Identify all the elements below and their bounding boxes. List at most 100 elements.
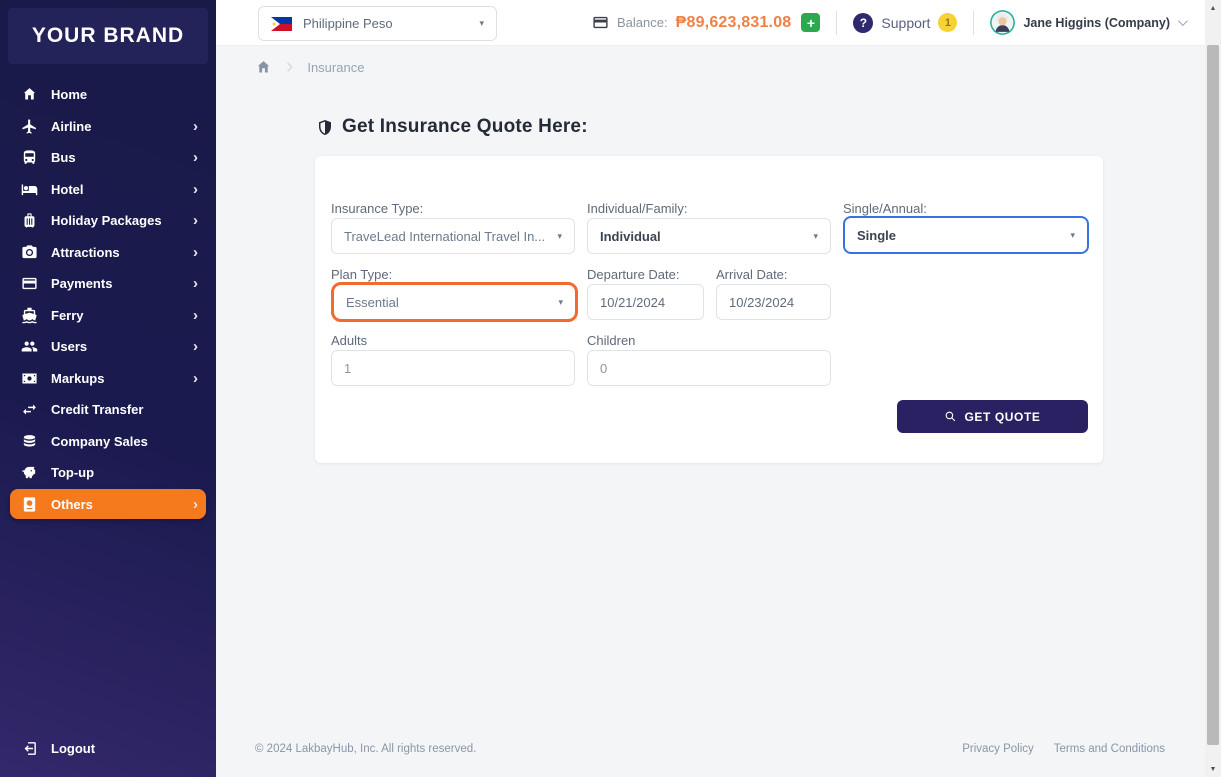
piggy-bank-icon [21, 464, 38, 481]
sidebar: YOUR BRAND Home › Airline › Bus › Hotel … [0, 0, 216, 777]
currency-select[interactable]: Philippine Peso ▾ [258, 6, 497, 41]
avatar [990, 10, 1016, 35]
arrival-date-field [716, 284, 831, 320]
children-label: Children [587, 333, 636, 348]
camera-icon [21, 244, 38, 261]
brand-logo[interactable]: YOUR BRAND [8, 8, 208, 64]
insurance-type-label: Insurance Type: [331, 201, 424, 216]
add-funds-button[interactable]: + [801, 13, 821, 32]
sidebar-item-others[interactable]: Others › [10, 489, 206, 519]
support-link[interactable]: Support [881, 15, 930, 31]
wallet-icon [592, 14, 609, 31]
arrival-date-input[interactable] [729, 294, 818, 310]
users-icon [21, 338, 38, 355]
user-name: Jane Higgins (Company) [1023, 15, 1170, 30]
children-input[interactable] [600, 360, 818, 376]
bus-icon [21, 149, 38, 166]
departure-date-label: Departure Date: [587, 267, 680, 282]
adults-label: Adults [331, 333, 368, 348]
shield-icon [319, 119, 331, 135]
philippine-flag-icon [271, 16, 292, 31]
caret-down-icon: ▾ [1070, 229, 1075, 240]
bed-icon [21, 181, 38, 198]
sidebar-item-users[interactable]: Users › [10, 332, 206, 362]
help-icon: ? [853, 12, 874, 33]
chevron-down-icon [1177, 16, 1188, 27]
main-content: › Insurance Get Insurance Quote Here: In… [216, 46, 1205, 777]
children-field [587, 350, 831, 386]
scrollbar-thumb[interactable] [1207, 45, 1219, 745]
chevron-right-icon: › [193, 149, 198, 166]
privacy-policy-link[interactable]: Privacy Policy [962, 743, 1034, 755]
adults-input[interactable] [344, 360, 562, 376]
topbar: Philippine Peso ▾ Balance: ₱89,623,831.0… [216, 0, 1205, 46]
chevron-right-icon: › [193, 495, 198, 513]
currency-label: Philippine Peso [303, 16, 393, 31]
copyright-text: © 2024 LakbayHub, Inc. All rights reserv… [255, 743, 477, 755]
single-annual-label: Single/Annual: [843, 201, 927, 216]
terms-and-conditions-link[interactable]: Terms and Conditions [1054, 743, 1165, 755]
sidebar-item-payments[interactable]: Payments › [10, 269, 206, 299]
sidebar-item-markups[interactable]: Markups › [10, 363, 206, 393]
caret-down-icon: ▾ [557, 230, 562, 241]
individual-family-label: Individual/Family: [587, 201, 688, 216]
chevron-right-icon: › [286, 53, 294, 78]
adults-field [331, 350, 575, 386]
transfer-icon [21, 401, 38, 418]
divider [973, 10, 975, 35]
search-icon [946, 411, 956, 422]
insurance-quote-card: Insurance Type: TraveLead International … [315, 156, 1103, 463]
coins-icon [21, 433, 38, 450]
airplane-icon [21, 118, 38, 135]
credit-card-icon [21, 275, 38, 292]
get-quote-label: GET QUOTE [964, 409, 1041, 424]
plan-type-select[interactable]: Essential ▾ [331, 282, 578, 322]
plan-type-value: Essential [346, 294, 399, 310]
home-icon [21, 86, 38, 103]
scroll-down-arrow[interactable]: ▼ [1205, 761, 1221, 777]
sidebar-item-airline[interactable]: Airline › [10, 111, 206, 141]
sidebar-item-ferry[interactable]: Ferry › [10, 300, 206, 330]
sidebar-item-home[interactable]: Home › [10, 80, 206, 110]
scrollbar[interactable]: ▲ ▼ [1205, 0, 1221, 777]
departure-date-input[interactable] [600, 294, 691, 310]
chevron-right-icon: › [193, 275, 198, 292]
caret-down-icon: ▾ [813, 230, 818, 241]
get-quote-button[interactable]: GET QUOTE [897, 400, 1088, 433]
chevron-right-icon: › [193, 212, 198, 229]
user-menu[interactable]: Jane Higgins (Company) [990, 10, 1188, 35]
sidebar-item-holiday-packages[interactable]: Holiday Packages › [10, 206, 206, 236]
luggage-icon [21, 212, 38, 229]
logout-icon [21, 740, 38, 757]
single-annual-select[interactable]: Single ▾ [843, 216, 1089, 254]
sidebar-item-top-up[interactable]: Top-up › [10, 458, 206, 488]
individual-family-value: Individual [600, 228, 661, 244]
divider [836, 10, 838, 35]
insurance-type-select[interactable]: TraveLead International Travel In... ▾ [331, 218, 575, 254]
banknote-icon [21, 370, 38, 387]
logout-button[interactable]: Logout [10, 731, 206, 765]
support-badge: 1 [938, 13, 958, 32]
caret-down-icon: ▾ [479, 18, 484, 28]
logout-label: Logout [51, 740, 96, 756]
chevron-right-icon: › [193, 180, 198, 198]
sidebar-nav: Home › Airline › Bus › Hotel › Holiday P… [0, 78, 216, 521]
topbar-right: Balance: ₱89,623,831.08 + ? Support 1 Ja… [592, 10, 1188, 35]
page-title-text: Get Insurance Quote Here: [342, 116, 588, 137]
sidebar-item-company-sales[interactable]: Company Sales › [10, 426, 206, 456]
breadcrumb-current: Insurance [307, 60, 365, 75]
chevron-right-icon: › [193, 306, 198, 324]
arrival-date-label: Arrival Date: [716, 267, 788, 282]
insurance-type-value: TraveLead International Travel In... [344, 228, 546, 244]
brand-name: YOUR BRAND [31, 24, 185, 47]
sidebar-item-hotel[interactable]: Hotel › [10, 174, 206, 204]
breadcrumb: › Insurance [255, 53, 365, 78]
scroll-up-arrow[interactable]: ▲ [1205, 0, 1221, 16]
sidebar-item-attractions[interactable]: Attractions › [10, 237, 206, 267]
passport-icon [21, 496, 38, 513]
home-icon[interactable] [255, 59, 272, 76]
sidebar-item-bus[interactable]: Bus › [10, 143, 206, 173]
sidebar-item-credit-transfer[interactable]: Credit Transfer › [10, 395, 206, 425]
individual-family-select[interactable]: Individual ▾ [587, 218, 831, 254]
chevron-right-icon: › [193, 338, 198, 355]
